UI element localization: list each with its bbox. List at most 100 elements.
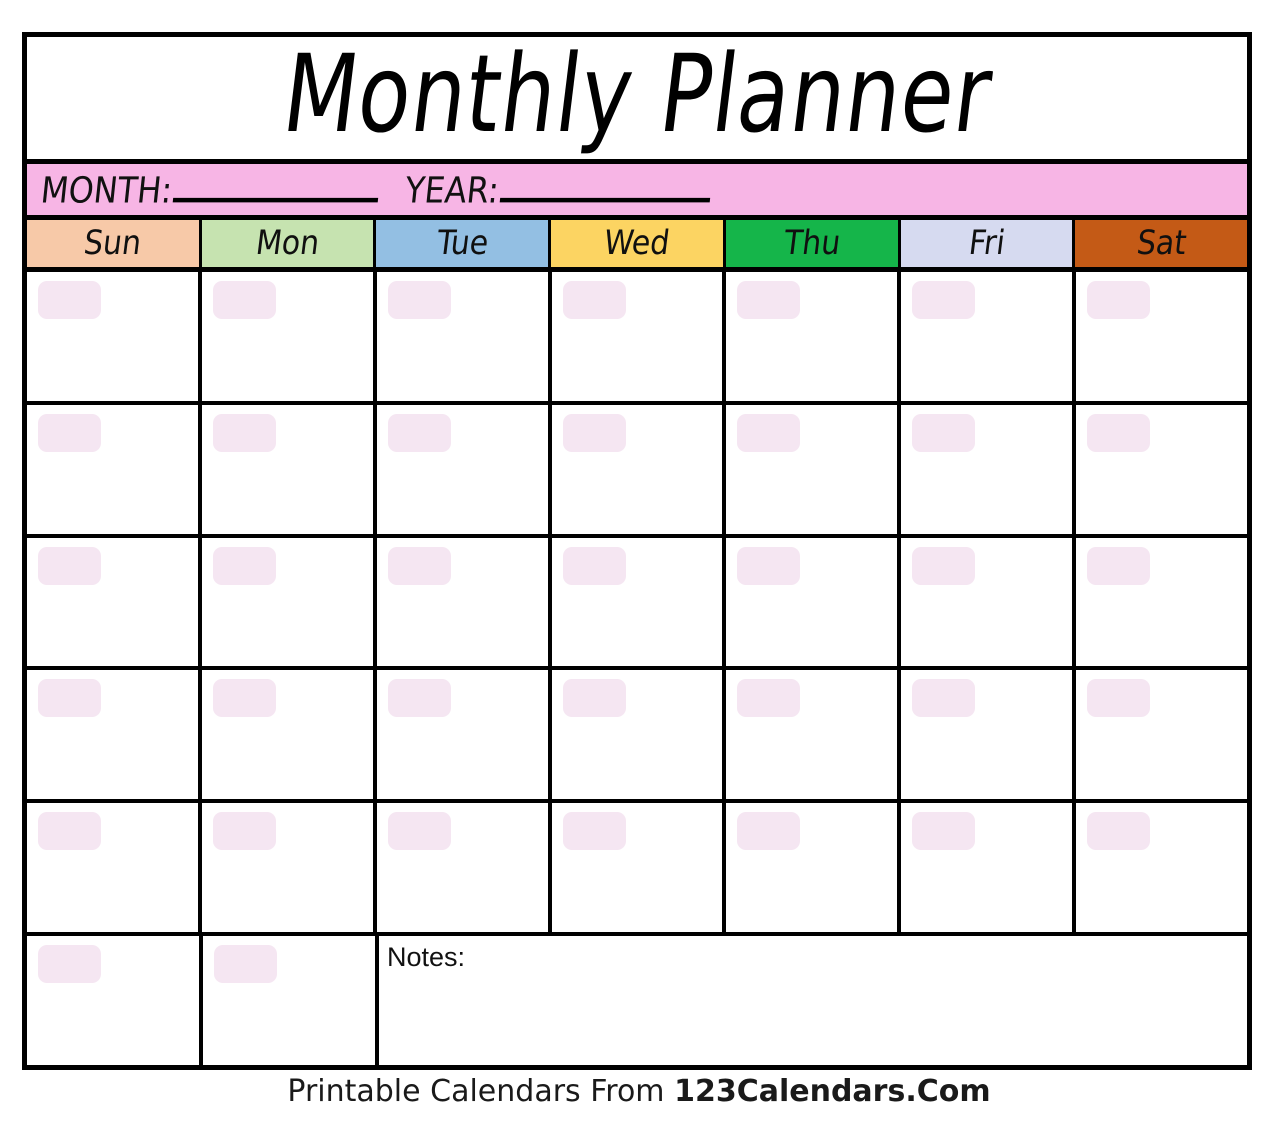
calendar-week-row [27, 670, 1248, 804]
notes-area[interactable]: Notes: [379, 936, 1247, 1065]
day-cell[interactable] [901, 272, 1077, 401]
weekday-label: Fri [966, 223, 1007, 264]
day-cell[interactable] [551, 803, 727, 933]
date-number-box[interactable] [38, 812, 101, 851]
date-number-box[interactable] [38, 679, 101, 718]
date-number-box[interactable] [212, 679, 276, 718]
day-cell[interactable] [726, 803, 902, 933]
day-cell[interactable] [376, 272, 552, 401]
day-cell[interactable] [27, 936, 203, 1065]
page-title: Monthly Planner [276, 37, 999, 157]
date-number-box[interactable] [1087, 679, 1151, 718]
day-cell[interactable] [376, 803, 552, 933]
day-cell[interactable] [551, 404, 727, 534]
date-number-box[interactable] [38, 546, 101, 585]
day-cell[interactable] [201, 803, 377, 933]
date-number-box[interactable] [212, 281, 276, 319]
date-number-box[interactable] [38, 945, 101, 984]
date-number-box[interactable] [912, 679, 976, 718]
date-number-box[interactable] [562, 812, 626, 851]
date-number-box[interactable] [1087, 413, 1151, 452]
date-number-box[interactable] [737, 679, 801, 718]
title-bar: Monthly Planner [27, 37, 1247, 164]
day-cell[interactable] [376, 670, 552, 800]
day-cell[interactable] [551, 670, 727, 800]
weekday-header-sun: Sun [27, 220, 202, 267]
date-number-box[interactable] [387, 546, 451, 585]
day-cell[interactable] [726, 537, 902, 667]
footer-prefix: Printable Calendars From [287, 1074, 675, 1109]
day-cell[interactable] [27, 537, 202, 667]
calendar-week-row-last: Notes: [27, 936, 1247, 1065]
date-number-box[interactable] [912, 546, 976, 585]
day-cell[interactable] [1076, 272, 1248, 401]
date-number-box[interactable] [212, 812, 276, 851]
calendar-week-row [27, 272, 1248, 405]
date-number-box[interactable] [212, 546, 276, 585]
month-input-blank[interactable] [172, 174, 381, 202]
date-number-box[interactable] [387, 413, 451, 452]
day-cell[interactable] [201, 272, 377, 401]
day-cell[interactable] [726, 272, 902, 401]
date-number-box[interactable] [212, 413, 276, 452]
weekday-header-tue: Tue [376, 220, 552, 267]
weekday-label: Sat [1134, 223, 1189, 264]
date-number-box[interactable] [912, 281, 976, 319]
day-cell[interactable] [27, 272, 202, 401]
date-number-box[interactable] [912, 413, 976, 452]
year-label: YEAR: [402, 168, 502, 211]
day-cell[interactable] [901, 537, 1077, 667]
day-cell[interactable] [551, 537, 727, 667]
date-number-box[interactable] [562, 546, 626, 585]
date-number-box[interactable] [1087, 812, 1151, 851]
day-cell[interactable] [1076, 803, 1248, 933]
day-cell[interactable] [901, 803, 1077, 933]
date-number-box[interactable] [737, 281, 801, 319]
date-number-box[interactable] [737, 413, 801, 452]
date-number-box[interactable] [214, 945, 277, 984]
notes-label: Notes: [387, 942, 466, 973]
date-number-box[interactable] [912, 812, 976, 851]
date-number-box[interactable] [562, 413, 626, 452]
day-cell[interactable] [901, 670, 1077, 800]
day-cell[interactable] [376, 537, 552, 667]
weekday-label: Tue [434, 223, 491, 264]
date-number-box[interactable] [38, 413, 101, 452]
day-cell[interactable] [726, 670, 902, 800]
day-cell[interactable] [27, 803, 202, 933]
day-cell[interactable] [201, 404, 377, 534]
weekday-label: Thu [781, 223, 843, 264]
date-number-box[interactable] [737, 812, 801, 851]
day-cell[interactable] [27, 670, 202, 800]
date-number-box[interactable] [1087, 546, 1151, 585]
date-number-box[interactable] [562, 281, 626, 319]
weekday-label: Mon [253, 223, 322, 264]
day-cell[interactable] [1076, 670, 1248, 800]
day-cell[interactable] [551, 272, 727, 401]
weekday-header-fri: Fri [900, 220, 1076, 267]
month-label: MONTH: [38, 168, 175, 211]
day-cell[interactable] [376, 404, 552, 534]
date-number-box[interactable] [387, 281, 451, 319]
calendar-week-row [27, 803, 1248, 937]
date-number-box[interactable] [387, 679, 451, 718]
planner-frame: Monthly Planner MONTH: YEAR: Sun Mon Tue [22, 32, 1252, 1070]
day-cell[interactable] [726, 404, 902, 534]
year-input-blank[interactable] [499, 174, 713, 202]
day-cell[interactable] [1076, 537, 1248, 667]
day-cell[interactable] [201, 670, 377, 800]
date-number-box[interactable] [38, 281, 101, 319]
date-number-box[interactable] [737, 546, 801, 585]
weekday-label: Sun [81, 223, 144, 264]
day-cell[interactable] [27, 404, 202, 534]
day-cell[interactable] [203, 936, 379, 1065]
date-number-box[interactable] [1087, 281, 1151, 319]
day-cell[interactable] [901, 404, 1077, 534]
date-number-box[interactable] [562, 679, 626, 718]
day-cell[interactable] [201, 537, 377, 667]
weekday-header-sat: Sat [1075, 220, 1248, 267]
weekday-header-mon: Mon [201, 220, 377, 267]
weekday-header-row: Sun Mon Tue Wed Thu Fri Sat [27, 220, 1248, 272]
date-number-box[interactable] [387, 812, 451, 851]
day-cell[interactable] [1076, 404, 1248, 534]
